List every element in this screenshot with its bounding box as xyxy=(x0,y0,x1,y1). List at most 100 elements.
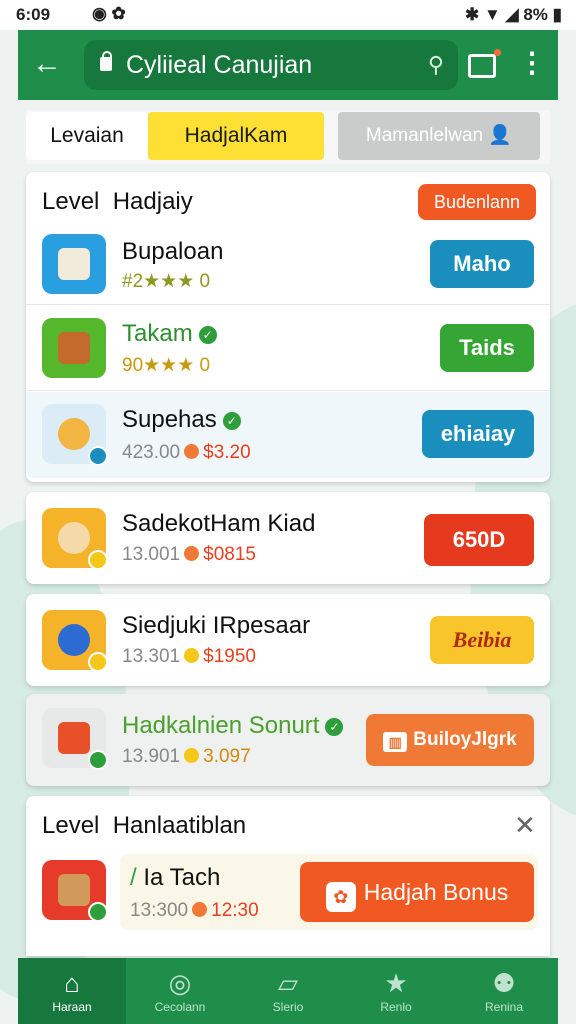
item-price: 13.301 $1950 xyxy=(122,646,256,668)
notification-icons: ◉ ✿ xyxy=(92,4,126,23)
nav-profile[interactable]: ⚉ Renina xyxy=(450,958,558,1024)
price-old: 13.301 xyxy=(122,646,181,667)
star-icon: ★ xyxy=(384,968,408,998)
hadjah-bonus-button[interactable]: ✿ Hadjah Bonus xyxy=(300,862,534,922)
app-icon xyxy=(42,318,106,378)
item-name-text: Ia Tach xyxy=(143,864,221,891)
nav-home[interactable]: ⌂ Haraan xyxy=(18,958,126,1024)
nav-explore[interactable]: ◎ Cecolann xyxy=(126,958,234,1024)
search-bar[interactable]: Cyliieal Canujian ⚲ xyxy=(84,40,458,90)
level-section-card-2: Level Hanlaatiblan ✕ / Ia Tach 13:300 12:… xyxy=(26,796,550,956)
nav-favorites[interactable]: ★ Renlo xyxy=(342,958,450,1024)
section-heading: Level Hanlaatiblan xyxy=(42,812,247,839)
person-icon: 👤 xyxy=(488,125,513,146)
home-icon: ⌂ xyxy=(64,968,80,998)
coin-icon xyxy=(184,748,200,763)
list-item[interactable]: Supehas ✓ 423.00 $3.20 ehiaiay xyxy=(26,392,550,478)
list-item[interactable]: Takam ✓ 90★★★ 0 Taids xyxy=(26,308,550,394)
tab-levaian[interactable]: Levaian xyxy=(26,112,148,160)
maho-button[interactable]: Maho xyxy=(430,240,534,288)
app-bar: ← Cyliieal Canujian ⚲ ⋮ xyxy=(18,30,558,100)
bonus-strip: / Ia Tach 13:300 12:30 ✿ Hadjah Bonus xyxy=(120,854,538,930)
offer-card[interactable]: Siedjuki IRpesaar 13.301 $1950 Beibia xyxy=(26,594,550,686)
offer-card[interactable]: Hadkalnien Sonurt ✓ 13.901 3.097 ▥ BuiloyJl… xyxy=(26,694,550,786)
item-name: / Ia Tach xyxy=(130,864,220,892)
price-new: 12:30 xyxy=(211,900,259,921)
item-name-text: Supehas xyxy=(122,406,217,433)
buy-pack-label: BuiloyJlgrk xyxy=(413,729,517,750)
nav-home-label: Haraan xyxy=(52,1000,92,1014)
tab-hadjalkam[interactable]: HadjalKam xyxy=(148,112,324,160)
ribbon-button[interactable]: Beibia xyxy=(430,616,534,664)
offer-card[interactable]: SadekotHam Kiad 13.001 $0815 650D xyxy=(26,492,550,584)
taids-button[interactable]: Taids xyxy=(440,324,534,372)
price-new: 3.097 xyxy=(203,746,251,767)
status-right: ✱ ▼ ◢ 8% ▮ xyxy=(465,5,562,25)
cast-icon[interactable] xyxy=(468,49,501,78)
item-name: Takam ✓ xyxy=(122,320,217,348)
lock-icon xyxy=(100,51,112,71)
price-old: 13.901 xyxy=(122,746,181,767)
back-arrow-icon[interactable]: ← xyxy=(32,46,62,82)
coin-icon xyxy=(192,902,208,917)
nav-explore-label: Cecolann xyxy=(154,1000,206,1014)
coin-icon xyxy=(184,648,200,663)
price-new: $1950 xyxy=(203,646,256,667)
bluetooth-icon: ✱ xyxy=(464,5,480,24)
coin-icon xyxy=(184,546,200,561)
bonus-icon: ✿ xyxy=(325,882,356,912)
offer-button[interactable]: 650D xyxy=(424,514,534,566)
tab-bar: Levaian HadjalKam Mamanlelwan 👤 xyxy=(26,110,550,164)
price-new: $0815 xyxy=(203,544,256,565)
buy-pack-button[interactable]: ▥ BuiloyJlgrk xyxy=(366,714,534,766)
profile-icon: ⚉ xyxy=(492,968,516,998)
close-icon[interactable]: ✕ xyxy=(514,810,536,841)
search-icon[interactable]: ⚲ xyxy=(428,52,444,78)
tab-mamanlelwan[interactable]: Mamanlelwan 👤 xyxy=(338,112,540,160)
status-time: 6:09 xyxy=(16,5,51,24)
item-price: 13:300 12:30 xyxy=(130,900,259,922)
app-icon xyxy=(42,860,108,922)
nav-profile-label: Renina xyxy=(484,1000,524,1014)
item-name: Supehas ✓ xyxy=(122,406,241,434)
item-name: SadekotHam Kiad xyxy=(122,510,316,537)
app-icon xyxy=(42,708,108,770)
section-heading: Level Hadjaiy xyxy=(42,188,193,215)
bottom-navigation: ⌂ Haraan ◎ Cecolann ▱ Slerio ★ Renlo ⚉ Renina xyxy=(18,958,558,1024)
app-icon xyxy=(42,234,106,294)
verified-check-icon: ✓ xyxy=(222,411,241,430)
item-rating: #2★★★ 0 xyxy=(122,271,211,292)
list-item[interactable]: Bupaloan #2★★★ 0 Maho xyxy=(26,224,550,310)
app-title: Cyliieal Canujian xyxy=(126,51,313,79)
verified-check-icon: ✓ xyxy=(198,325,217,344)
ehiaiay-button[interactable]: ehiaiay xyxy=(422,410,534,458)
item-name: Hadkalnien Sonurt ✓ xyxy=(122,712,344,740)
more-options-icon[interactable]: ⋮ xyxy=(518,46,546,80)
item-price: 13.001 $0815 xyxy=(122,544,256,566)
nav-favorites-label: Renlo xyxy=(380,1000,412,1014)
item-price: 423.00 $3.20 xyxy=(122,442,251,464)
price-old: 13:300 xyxy=(130,900,189,921)
notification-dot xyxy=(494,49,501,56)
bonus-label: Hadjah Bonus xyxy=(363,879,509,905)
price-old: 13.001 xyxy=(122,544,181,565)
item-name: Bupaloan xyxy=(122,238,224,265)
document-icon: ▱ xyxy=(278,968,298,998)
item-price: 13.901 3.097 xyxy=(122,746,251,768)
battery-icon: ▮ xyxy=(552,5,562,24)
section-badge[interactable]: Budenlann xyxy=(418,184,536,220)
app-icon xyxy=(42,610,108,672)
coin-icon xyxy=(184,444,200,459)
price-old: 423.00 xyxy=(122,442,181,463)
leaf-icon: / xyxy=(130,864,137,891)
nav-library[interactable]: ▱ Slerio xyxy=(234,958,342,1024)
tab-mamanlelwan-label: Mamanlelwan xyxy=(365,125,484,146)
level-section-card: Level Hadjaiy Budenlann Bupaloan #2★★★ 0… xyxy=(26,172,550,482)
target-icon: ◎ xyxy=(168,968,192,998)
wifi-icon: ▼ xyxy=(483,5,501,24)
item-name-text: Hadkalnien Sonurt xyxy=(122,712,320,739)
price-new: $3.20 xyxy=(203,442,251,463)
app-icon xyxy=(42,508,108,570)
app-icon xyxy=(42,404,108,466)
verified-check-icon: ✓ xyxy=(325,717,344,736)
